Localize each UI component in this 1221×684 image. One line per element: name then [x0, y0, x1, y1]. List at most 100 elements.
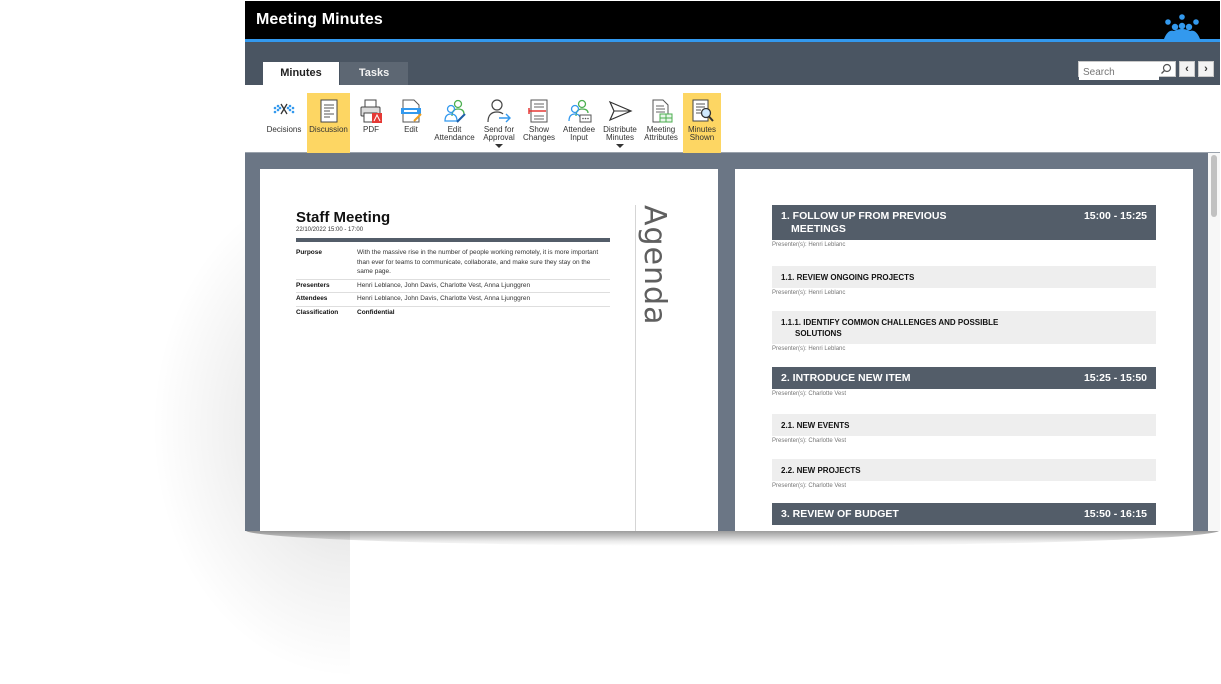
tab-tasks[interactable]: Tasks [340, 62, 408, 85]
search-box [1078, 61, 1176, 80]
document-viewer: Staff Meeting 22/10/2022 15:00 - 17:00 P… [245, 153, 1220, 531]
agenda-item-presenter: Presenter(s): Henri Leblanc [772, 242, 846, 248]
vertical-scrollbar[interactable] [1208, 153, 1220, 531]
distribute-minutes-button[interactable]: Distribute Minutes [601, 93, 639, 153]
document-page-agenda: 1. FOLLOW UP FROM PREVIOUS MEETINGS 15:00… [735, 169, 1193, 531]
send-approval-icon [487, 99, 511, 123]
info-value: Henri Leblance, John Davis, Charlotte Ve… [357, 281, 531, 289]
agenda-item-title: 2.1. NEW EVENTS [781, 421, 850, 430]
info-key: Presenters [296, 281, 330, 289]
agenda-item-title-line: MEETINGS [791, 223, 846, 235]
meeting-datetime: 22/10/2022 15:00 - 17:00 [296, 227, 364, 233]
agenda-item-presenter: Presenter(s): Charlotte Vest [772, 438, 847, 444]
meeting-info-table: Purpose With the massive rise in the num… [296, 247, 610, 319]
document-page-cover: Staff Meeting 22/10/2022 15:00 - 17:00 P… [260, 169, 718, 531]
agenda-item: 1. FOLLOW UP FROM PREVIOUS MEETINGS 15:00… [772, 205, 1156, 248]
agenda-item-header: 3. REVIEW OF BUDGET 15:50 - 16:15 [772, 503, 1156, 525]
agenda-subitem-header: 1.1. REVIEW ONGOING PROJECTS [772, 266, 1156, 288]
agenda-item-title: 1.1.1. IDENTIFY COMMON CHALLENGES AND PO… [781, 318, 999, 327]
search-input[interactable] [1079, 65, 1159, 80]
meeting-attributes-icon [652, 99, 673, 123]
edit-attendance-label: Edit Attendance [434, 125, 475, 142]
agenda-side-heading: Agenda [632, 205, 672, 345]
info-value: Confidential [357, 308, 395, 316]
document-lines-icon [320, 99, 337, 123]
pdf-button[interactable]: PDF [352, 93, 390, 153]
minutes-shown-button[interactable]: Minutes Shown [683, 93, 721, 153]
info-key: Classification [296, 308, 339, 316]
info-key: Attendees [296, 295, 328, 302]
tab-bar: Minutes Tasks ‹ › [245, 42, 1220, 85]
info-key: Purpose [296, 249, 323, 256]
agenda-item-title: 2. INTRODUCE NEW ITEM [781, 372, 911, 384]
agenda-item: 3. REVIEW OF BUDGET 15:50 - 16:15 [772, 503, 1156, 525]
edit-button[interactable]: Edit [392, 93, 430, 153]
edit-attendance-icon [443, 99, 466, 123]
chevron-down-icon[interactable] [495, 144, 503, 148]
pdf-label: PDF [363, 125, 379, 134]
agenda-subitem-header: 2.1. NEW EVENTS [772, 414, 1156, 436]
app-window: Meeting Minutes Minutes Tasks ‹ › [245, 1, 1220, 531]
meeting-attributes-label: Meeting Attributes [644, 125, 678, 142]
title-divider [296, 238, 610, 242]
info-row-classification: Classification Confidential [296, 307, 610, 320]
title-bar: Meeting Minutes [245, 1, 1220, 39]
edit-document-icon [401, 99, 422, 123]
agenda-item-time: 15:00 - 15:25 [1083, 210, 1147, 222]
agenda-side-heading-text: Agenda [637, 205, 672, 326]
show-changes-icon [528, 99, 548, 123]
meeting-title: Staff Meeting [296, 209, 391, 226]
show-changes-button[interactable]: Show Changes [521, 93, 557, 153]
send-for-approval-label: Send for Approval [483, 125, 515, 142]
agenda-item-presenter: Presenter(s): Henri Leblanc [772, 290, 846, 296]
agenda-item-header: 2. INTRODUCE NEW ITEM 15:25 - 15:50 [772, 367, 1156, 389]
agenda-subitem-header: 2.2. NEW PROJECTS [772, 459, 1156, 481]
info-row-presenters: Presenters Henri Leblance, John Davis, C… [296, 280, 610, 293]
decisions-button[interactable]: Decisions [263, 93, 305, 153]
info-value: Henri Leblance, John Davis, Charlotte Ve… [357, 295, 531, 302]
agenda-item: 1.1. REVIEW ONGOING PROJECTS Presenter(s… [772, 266, 1156, 296]
agenda-item: 2.2. NEW PROJECTS Presenter(s): Charlott… [772, 459, 1156, 489]
agenda-item: 2. INTRODUCE NEW ITEM 15:25 - 15:50 Pres… [772, 367, 1156, 397]
edit-label: Edit [404, 125, 418, 134]
previous-button[interactable]: ‹ [1179, 61, 1195, 77]
info-row-purpose: Purpose With the massive rise in the num… [296, 247, 610, 280]
chevron-down-icon[interactable] [616, 144, 624, 148]
paper-plane-icon [608, 100, 633, 122]
agenda-item-time: 15:25 - 15:50 [1083, 372, 1147, 384]
meeting-attributes-button[interactable]: Meeting Attributes [641, 93, 681, 153]
agenda-item-presenter: Presenter(s): Charlotte Vest [772, 391, 847, 397]
attendee-input-button[interactable]: Attendee Input [559, 93, 599, 153]
discussion-label: Discussion [309, 125, 348, 134]
agenda-item-presenter: Presenter(s): Henri Leblanc [772, 346, 846, 352]
agenda-item-title: 2.2. NEW PROJECTS [781, 466, 861, 475]
send-for-approval-button[interactable]: Send for Approval [479, 93, 519, 153]
ribbon-toolbar: Decisions Discussion PDF Edit Edit Atten… [245, 85, 1220, 153]
agenda-item-time: 15:50 - 16:15 [1083, 508, 1147, 520]
crown-people-icon [1164, 14, 1200, 39]
attendee-input-label: Attendee Input [562, 125, 596, 142]
search-icon[interactable] [1160, 63, 1172, 75]
scrollbar-thumb[interactable] [1211, 155, 1217, 217]
agenda-item: 1.1.1. IDENTIFY COMMON CHALLENGES AND PO… [772, 311, 1156, 352]
agenda-item-title: 1. FOLLOW UP FROM PREVIOUS MEETINGS [781, 210, 946, 236]
tab-minutes[interactable]: Minutes [263, 62, 339, 85]
discussion-button[interactable]: Discussion [307, 93, 350, 153]
minutes-shown-label: Minutes Shown [687, 125, 716, 142]
agenda-item-title-line: SOLUTIONS [795, 329, 842, 338]
printer-pdf-icon [360, 99, 382, 123]
agenda-item: 2.1. NEW EVENTS Presenter(s): Charlotte … [772, 414, 1156, 444]
bottom-shadow [245, 530, 1220, 546]
agenda-item-presenter: Presenter(s): Charlotte Vest [772, 483, 847, 489]
distribute-minutes-label: Distribute Minutes [603, 125, 637, 142]
agenda-item-title: 1.1. REVIEW ONGOING PROJECTS [781, 273, 915, 282]
edit-attendance-button[interactable]: Edit Attendance [432, 93, 477, 153]
agenda-item-title-line: 1. FOLLOW UP FROM PREVIOUS [781, 210, 947, 222]
decisions-label: Decisions [266, 125, 302, 134]
info-row-attendees: Attendees Henri Leblance, John Davis, Ch… [296, 293, 610, 307]
app-title: Meeting Minutes [256, 11, 383, 28]
agenda-item-header: 1. FOLLOW UP FROM PREVIOUS MEETINGS 15:00… [772, 205, 1156, 240]
minutes-shown-icon [692, 99, 714, 122]
show-changes-label: Show Changes [523, 125, 556, 142]
next-button[interactable]: › [1198, 61, 1214, 77]
